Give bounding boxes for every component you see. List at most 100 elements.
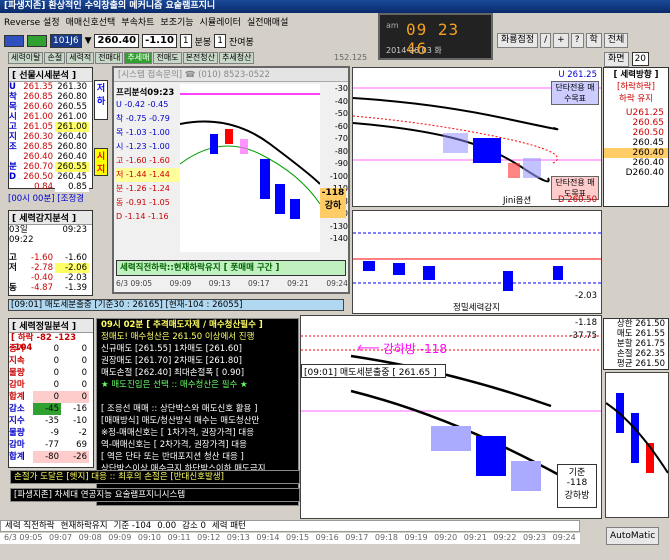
chart2-right-val: -2.03 [575, 291, 597, 301]
popup-row: U -0.42 -0.45 [116, 100, 169, 109]
dropdown-icon[interactable]: ▼ [85, 36, 92, 46]
menu-signal[interactable]: 매매신호선택 [66, 15, 116, 28]
exact-val-b: -2 [61, 427, 89, 439]
futures-val-a: 260.85 [23, 142, 53, 152]
exact-row: 합계 -80 -26 [9, 451, 93, 463]
popup-badge-val: -118 [321, 188, 345, 198]
btn-learn[interactable]: 학 [585, 33, 602, 48]
exact-val-a: -77 [33, 439, 61, 451]
code-select[interactable]: 101J6 [50, 34, 82, 48]
popup-axis-tick: -140 [329, 234, 348, 243]
futures-title: [ 선물시세분석 ] [9, 68, 92, 82]
info-line: [ 역은 단타 또는 반대포지션 청산 대응 ] [101, 452, 244, 462]
remain-label: 잔여봉 [228, 37, 254, 48]
left-arrow-icon: ⟵ [357, 338, 380, 357]
bottom-chart[interactable]: ⟵ 강하방 -118 [09:01] 매도세분출중 [ 261.65 ] -1.… [300, 315, 602, 519]
exact-val-b: 0 [61, 367, 89, 379]
menu-live[interactable]: 실전매매설 [247, 15, 288, 28]
tab-2[interactable]: 세력적 [66, 52, 95, 64]
tab-7[interactable]: 추세청산 [219, 52, 255, 64]
side-tag-jeo: 저하 [94, 80, 108, 120]
popup-badge: -118 강하 [320, 188, 346, 218]
clock-date: 2014 06 03 화 [386, 46, 442, 55]
exact-row: 증가 0 0 [9, 343, 93, 355]
info-line: 매도손절 [262.40] 최대손절폭 [ 0.90] [101, 368, 245, 378]
popup-row: 동 -0.91 -1.05 [116, 198, 170, 207]
time-axis: 6/3 09:05 09:07 09:08 09:09 09:10 09:11 09:12 0… [0, 533, 580, 544]
price-field: 260.40 [94, 34, 140, 48]
exact-row: 감소 -45 -16 [9, 403, 93, 415]
futures-val-b: 260.55 [55, 102, 89, 112]
futures-key: 시 [9, 112, 17, 122]
exact-key: 합계 [9, 452, 25, 462]
force-direction-panel: [ 세력방향 ] [하락하락] 하락 유지 U261.25 260.65 260.5… [603, 67, 669, 207]
tab-4[interactable]: 추세매 [124, 52, 153, 64]
chart3-v2: -37.75 [569, 331, 597, 341]
time-tick: 09:14 [256, 533, 280, 542]
popup-axis-tick: -130 [329, 221, 348, 231]
futures-key: U [9, 82, 16, 92]
menu-reverse[interactable]: Reverse 설정 [4, 15, 60, 28]
info-line: ★ 매도진입은 선택 :: 매수청산은 필수 ★ [101, 380, 248, 390]
futures-val-b: 260.40 [55, 152, 89, 162]
time-tick: 09:24 [552, 533, 576, 542]
btn-plus[interactable]: + [553, 33, 569, 48]
time-tick: 09:23 [523, 533, 547, 542]
tab-5[interactable]: 전매도 [153, 52, 182, 64]
chart-type-icon[interactable] [4, 35, 24, 47]
exact-row: 합계 0 0 [9, 391, 93, 403]
force-chart-svg [353, 232, 601, 291]
menu-subchart[interactable]: 부속차트 [121, 15, 154, 28]
menu-simulator[interactable]: 시뮬레이터 [200, 15, 241, 28]
futures-key: D [9, 172, 17, 182]
signal-bar: [09:01] 매도세분출중 [기준30 : 26165] [현재-104 : … [8, 299, 344, 311]
info-header: 09시 02분 [ 추격매도자제 / 매수청산필수 ] [101, 320, 263, 330]
futures-row: D 260.50 260.45 [9, 172, 92, 182]
mini-chart [605, 372, 669, 518]
btn-hwaryong[interactable]: 화룡점정 [497, 33, 539, 48]
pre-analysis-popup[interactable]: [시스템 접속문의] ☎ (010) 8523-0522 프리분석09:23 U… [112, 66, 350, 294]
info-line: 정매도! 매수청산은 261.50 이상에서 진행 [101, 332, 255, 342]
btn-slash[interactable]: / [540, 33, 552, 48]
popup-chart [180, 84, 320, 252]
color-icon[interactable] [27, 35, 47, 47]
popup-header: [시스템 접속문의] ☎ (010) 8523-0522 [114, 68, 348, 82]
menu-aux[interactable]: 보조기능 [160, 15, 193, 28]
target-row: 평균 261.50 [616, 359, 665, 369]
change-field: -1.10 [142, 34, 177, 48]
futures-val-a: 261.35 [23, 82, 53, 92]
exact-val-a: 0 [33, 367, 61, 379]
jini-label: Jini옵션 [503, 196, 532, 206]
time-tick: 09:20 [434, 533, 458, 542]
futures-val-a: 260.85 [23, 92, 53, 102]
tab-3[interactable]: 전매대 [95, 52, 124, 64]
tab-6[interactable]: 본전청산 [182, 52, 219, 64]
main-price-chart[interactable]: U 261.25 단타전용 매수목표 단타전용 매도목표 D 260.50 Ji… [352, 67, 602, 207]
futures-row: 시 261.00 261.00 [9, 112, 92, 122]
arrow-text: 강하방 -118 [382, 342, 447, 356]
window-title: [파생지존] 환상적인 수익창출의 메커니즘 요술램프지니 [0, 0, 670, 13]
time-tick: 09:16 [315, 533, 339, 542]
tab-0[interactable]: 세력이탈 [8, 52, 44, 64]
exact-val-a: -80 [33, 451, 61, 463]
futures-val-a: 260.30 [23, 132, 53, 142]
tab-1[interactable]: 손절 [44, 52, 66, 64]
popup-axis-tick: -50 [334, 109, 348, 118]
popup-times: 6/3 09:05 09:09 09:13 09:17 09:21 09:24 [116, 279, 348, 288]
futures-row: 착 260.85 260.80 [9, 92, 92, 102]
futures-key: 지 [9, 132, 17, 142]
screen-number[interactable]: 20 [631, 52, 650, 66]
force-val-a: -1.60 [31, 253, 53, 263]
interval-input[interactable]: 1 [179, 34, 192, 48]
automatic-button[interactable]: AutoMatic [606, 527, 660, 545]
status-2: 기준 -104 [113, 521, 152, 531]
futures-row: 분 260.70 260.55 [9, 162, 92, 172]
btn-help[interactable]: ? [570, 33, 584, 48]
exact-val-a: -9 [33, 427, 61, 439]
force-time-b: 09:23 [62, 225, 88, 235]
btn-full[interactable]: 전체 [603, 33, 629, 48]
remain-input[interactable]: 1 [214, 34, 226, 48]
rp-value: 260.40 [632, 158, 665, 168]
futures-key [9, 182, 21, 192]
force-chart[interactable]: -2.03 정밀세력감지 [352, 210, 602, 314]
